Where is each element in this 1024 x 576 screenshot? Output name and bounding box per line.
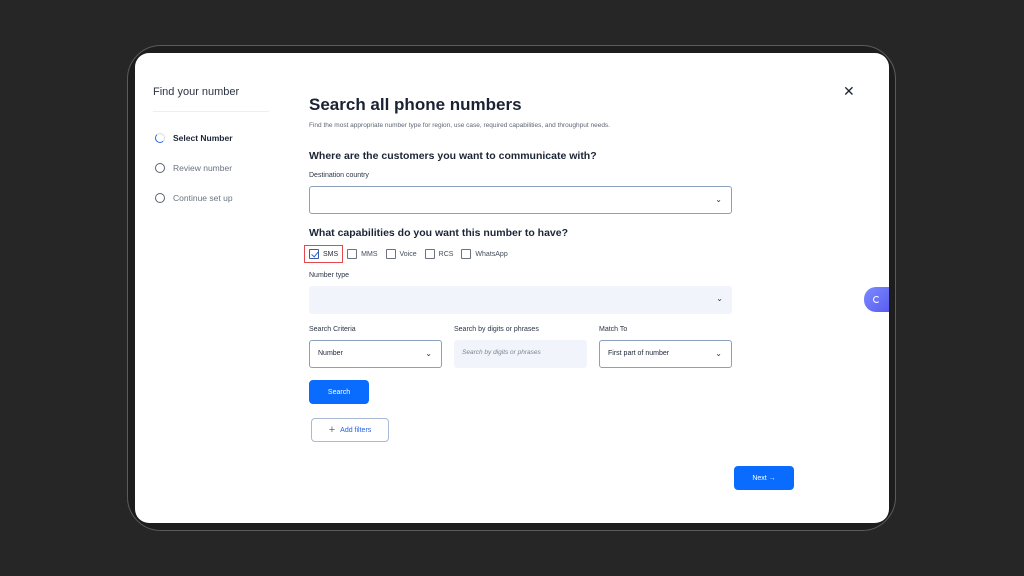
sidebar-divider (153, 111, 269, 112)
step-select-number[interactable]: Select Number (155, 133, 233, 143)
digits-search-placeholder: Search by digits or phrases (462, 349, 541, 356)
capability-sms[interactable]: SMS (304, 245, 344, 263)
step-continue-setup[interactable]: Continue set up (155, 193, 233, 203)
destination-country-select[interactable]: ⌄ (309, 186, 732, 214)
capabilities-group: SMS MMS Voice RCS WhatsApp (304, 244, 516, 264)
step-circle-icon (155, 193, 165, 203)
customers-question: Where are the customers you want to comm… (309, 150, 597, 162)
chevron-down-icon: ⌄ (715, 195, 722, 204)
checkbox-checked-icon[interactable] (309, 249, 319, 259)
checkbox-icon[interactable] (461, 249, 472, 259)
chevron-down-icon: ⌄ (715, 349, 722, 358)
capability-rcs[interactable]: RCS (424, 249, 453, 259)
close-icon[interactable]: ✕ (843, 84, 855, 98)
step-label: Review number (173, 163, 233, 173)
step-review-number[interactable]: Review number (155, 163, 232, 173)
plus-icon: + (328, 424, 336, 436)
step-label: Continue set up (173, 193, 233, 203)
checkbox-icon[interactable] (347, 249, 358, 259)
sidebar-title: Find your number (153, 86, 240, 98)
search-button[interactable]: Search (309, 380, 369, 404)
chevron-down-icon: ⌄ (425, 349, 432, 358)
search-criteria-value: Number (318, 350, 343, 357)
digits-search-input[interactable]: Search by digits or phrases (454, 340, 587, 368)
match-to-select[interactable]: First part of number ⌄ (599, 340, 732, 368)
search-criteria-select[interactable]: Number ⌄ (309, 340, 442, 368)
assistant-tab[interactable] (864, 287, 889, 312)
step-circle-icon (155, 163, 165, 173)
capability-mms[interactable]: MMS (347, 249, 378, 259)
number-type-label: Number type (309, 272, 350, 279)
checkbox-icon[interactable] (424, 249, 435, 259)
destination-country-label: Destination country (309, 172, 369, 179)
step-label: Select Number (173, 133, 233, 143)
match-to-label: Match To (599, 326, 628, 333)
refresh-icon (873, 296, 880, 303)
next-button[interactable]: Next → (734, 466, 794, 490)
capability-whatsapp[interactable]: WhatsApp (461, 249, 508, 259)
capabilities-question: What capabilities do you want this numbe… (309, 227, 569, 239)
page-title: Search all phone numbers (309, 95, 522, 114)
number-type-select[interactable]: ⌄ (309, 286, 732, 314)
page-subtitle: Find the most appropriate number type fo… (309, 122, 610, 129)
checkbox-icon[interactable] (385, 249, 396, 259)
add-filters-button[interactable]: + Add filters (311, 418, 389, 442)
capability-voice[interactable]: Voice (385, 249, 417, 259)
wizard-screen: Find your number Select Number Review nu… (135, 53, 889, 523)
chevron-down-icon: ⌄ (716, 294, 723, 303)
match-to-value: First part of number (608, 350, 670, 357)
step-progress-icon (155, 133, 165, 143)
search-criteria-label: Search Criteria (309, 326, 356, 333)
digits-search-label: Search by digits or phrases (454, 326, 539, 333)
